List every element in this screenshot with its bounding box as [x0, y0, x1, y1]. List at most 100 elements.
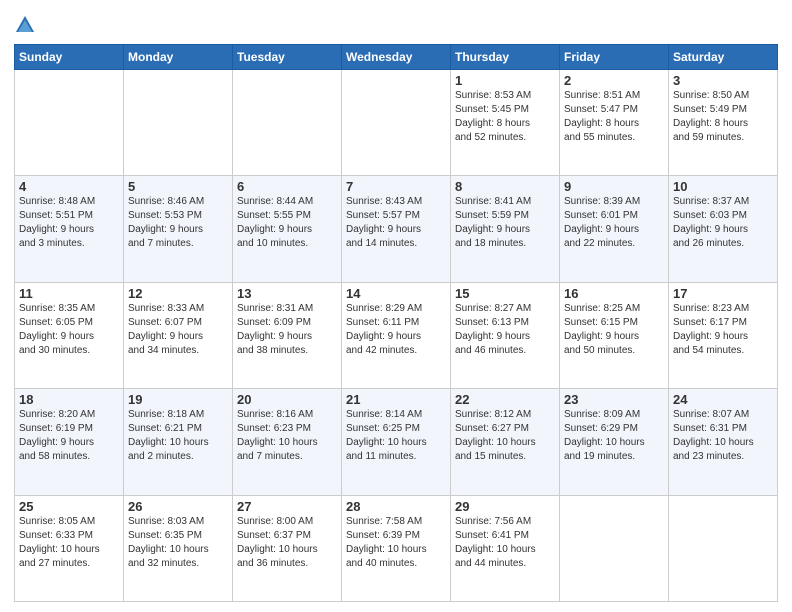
day-number: 1 — [455, 73, 555, 88]
calendar-cell: 29Sunrise: 7:56 AM Sunset: 6:41 PM Dayli… — [451, 495, 560, 601]
day-number: 25 — [19, 499, 119, 514]
calendar-cell: 28Sunrise: 7:58 AM Sunset: 6:39 PM Dayli… — [342, 495, 451, 601]
day-info: Sunrise: 8:43 AM Sunset: 5:57 PM Dayligh… — [346, 195, 446, 251]
calendar-cell: 12Sunrise: 8:33 AM Sunset: 6:07 PM Dayli… — [124, 282, 233, 388]
calendar-cell: 5Sunrise: 8:46 AM Sunset: 5:53 PM Daylig… — [124, 176, 233, 282]
day-number: 28 — [346, 499, 446, 514]
header — [14, 10, 778, 36]
day-info: Sunrise: 8:46 AM Sunset: 5:53 PM Dayligh… — [128, 195, 228, 251]
calendar-cell: 13Sunrise: 8:31 AM Sunset: 6:09 PM Dayli… — [233, 282, 342, 388]
calendar-header-row: SundayMondayTuesdayWednesdayThursdayFrid… — [15, 45, 778, 70]
day-info: Sunrise: 8:20 AM Sunset: 6:19 PM Dayligh… — [19, 408, 119, 464]
day-info: Sunrise: 8:39 AM Sunset: 6:01 PM Dayligh… — [564, 195, 664, 251]
day-number: 26 — [128, 499, 228, 514]
day-number: 18 — [19, 392, 119, 407]
day-header-thursday: Thursday — [451, 45, 560, 70]
day-info: Sunrise: 8:51 AM Sunset: 5:47 PM Dayligh… — [564, 89, 664, 145]
calendar-cell — [669, 495, 778, 601]
calendar-cell: 23Sunrise: 8:09 AM Sunset: 6:29 PM Dayli… — [560, 389, 669, 495]
week-row-2: 4Sunrise: 8:48 AM Sunset: 5:51 PM Daylig… — [15, 176, 778, 282]
calendar-cell — [560, 495, 669, 601]
logo — [14, 14, 40, 36]
calendar-cell: 15Sunrise: 8:27 AM Sunset: 6:13 PM Dayli… — [451, 282, 560, 388]
day-number: 29 — [455, 499, 555, 514]
day-info: Sunrise: 8:05 AM Sunset: 6:33 PM Dayligh… — [19, 515, 119, 571]
day-info: Sunrise: 8:23 AM Sunset: 6:17 PM Dayligh… — [673, 302, 773, 358]
calendar-cell — [342, 70, 451, 176]
day-header-friday: Friday — [560, 45, 669, 70]
day-header-sunday: Sunday — [15, 45, 124, 70]
calendar-cell: 1Sunrise: 8:53 AM Sunset: 5:45 PM Daylig… — [451, 70, 560, 176]
day-number: 2 — [564, 73, 664, 88]
day-number: 10 — [673, 179, 773, 194]
day-info: Sunrise: 8:48 AM Sunset: 5:51 PM Dayligh… — [19, 195, 119, 251]
calendar-cell: 11Sunrise: 8:35 AM Sunset: 6:05 PM Dayli… — [15, 282, 124, 388]
day-number: 21 — [346, 392, 446, 407]
day-header-monday: Monday — [124, 45, 233, 70]
calendar-cell: 9Sunrise: 8:39 AM Sunset: 6:01 PM Daylig… — [560, 176, 669, 282]
day-info: Sunrise: 8:33 AM Sunset: 6:07 PM Dayligh… — [128, 302, 228, 358]
day-number: 14 — [346, 286, 446, 301]
day-number: 12 — [128, 286, 228, 301]
day-info: Sunrise: 8:35 AM Sunset: 6:05 PM Dayligh… — [19, 302, 119, 358]
day-number: 3 — [673, 73, 773, 88]
calendar-cell: 10Sunrise: 8:37 AM Sunset: 6:03 PM Dayli… — [669, 176, 778, 282]
calendar-cell: 18Sunrise: 8:20 AM Sunset: 6:19 PM Dayli… — [15, 389, 124, 495]
calendar-cell: 16Sunrise: 8:25 AM Sunset: 6:15 PM Dayli… — [560, 282, 669, 388]
calendar-cell: 20Sunrise: 8:16 AM Sunset: 6:23 PM Dayli… — [233, 389, 342, 495]
day-number: 23 — [564, 392, 664, 407]
day-number: 7 — [346, 179, 446, 194]
day-number: 19 — [128, 392, 228, 407]
day-info: Sunrise: 7:58 AM Sunset: 6:39 PM Dayligh… — [346, 515, 446, 571]
day-info: Sunrise: 8:09 AM Sunset: 6:29 PM Dayligh… — [564, 408, 664, 464]
day-number: 4 — [19, 179, 119, 194]
day-header-wednesday: Wednesday — [342, 45, 451, 70]
day-number: 6 — [237, 179, 337, 194]
day-info: Sunrise: 8:18 AM Sunset: 6:21 PM Dayligh… — [128, 408, 228, 464]
day-header-tuesday: Tuesday — [233, 45, 342, 70]
calendar-cell: 4Sunrise: 8:48 AM Sunset: 5:51 PM Daylig… — [15, 176, 124, 282]
calendar-cell: 22Sunrise: 8:12 AM Sunset: 6:27 PM Dayli… — [451, 389, 560, 495]
calendar-cell: 21Sunrise: 8:14 AM Sunset: 6:25 PM Dayli… — [342, 389, 451, 495]
day-number: 8 — [455, 179, 555, 194]
day-number: 20 — [237, 392, 337, 407]
day-info: Sunrise: 8:16 AM Sunset: 6:23 PM Dayligh… — [237, 408, 337, 464]
day-number: 24 — [673, 392, 773, 407]
day-info: Sunrise: 8:31 AM Sunset: 6:09 PM Dayligh… — [237, 302, 337, 358]
day-info: Sunrise: 8:07 AM Sunset: 6:31 PM Dayligh… — [673, 408, 773, 464]
calendar-table: SundayMondayTuesdayWednesdayThursdayFrid… — [14, 44, 778, 602]
day-info: Sunrise: 8:12 AM Sunset: 6:27 PM Dayligh… — [455, 408, 555, 464]
day-info: Sunrise: 8:27 AM Sunset: 6:13 PM Dayligh… — [455, 302, 555, 358]
calendar-cell: 25Sunrise: 8:05 AM Sunset: 6:33 PM Dayli… — [15, 495, 124, 601]
calendar-cell: 7Sunrise: 8:43 AM Sunset: 5:57 PM Daylig… — [342, 176, 451, 282]
day-header-saturday: Saturday — [669, 45, 778, 70]
day-number: 27 — [237, 499, 337, 514]
day-info: Sunrise: 8:03 AM Sunset: 6:35 PM Dayligh… — [128, 515, 228, 571]
logo-icon — [14, 14, 36, 36]
day-number: 22 — [455, 392, 555, 407]
day-info: Sunrise: 8:25 AM Sunset: 6:15 PM Dayligh… — [564, 302, 664, 358]
calendar-cell: 24Sunrise: 8:07 AM Sunset: 6:31 PM Dayli… — [669, 389, 778, 495]
day-info: Sunrise: 8:41 AM Sunset: 5:59 PM Dayligh… — [455, 195, 555, 251]
calendar-cell: 14Sunrise: 8:29 AM Sunset: 6:11 PM Dayli… — [342, 282, 451, 388]
day-info: Sunrise: 8:53 AM Sunset: 5:45 PM Dayligh… — [455, 89, 555, 145]
day-info: Sunrise: 8:29 AM Sunset: 6:11 PM Dayligh… — [346, 302, 446, 358]
calendar-cell: 26Sunrise: 8:03 AM Sunset: 6:35 PM Dayli… — [124, 495, 233, 601]
page: SundayMondayTuesdayWednesdayThursdayFrid… — [0, 0, 792, 612]
day-number: 13 — [237, 286, 337, 301]
week-row-1: 1Sunrise: 8:53 AM Sunset: 5:45 PM Daylig… — [15, 70, 778, 176]
calendar-cell: 17Sunrise: 8:23 AM Sunset: 6:17 PM Dayli… — [669, 282, 778, 388]
day-info: Sunrise: 8:14 AM Sunset: 6:25 PM Dayligh… — [346, 408, 446, 464]
day-number: 5 — [128, 179, 228, 194]
calendar-cell — [124, 70, 233, 176]
week-row-5: 25Sunrise: 8:05 AM Sunset: 6:33 PM Dayli… — [15, 495, 778, 601]
calendar-cell: 2Sunrise: 8:51 AM Sunset: 5:47 PM Daylig… — [560, 70, 669, 176]
day-number: 16 — [564, 286, 664, 301]
day-info: Sunrise: 7:56 AM Sunset: 6:41 PM Dayligh… — [455, 515, 555, 571]
day-number: 9 — [564, 179, 664, 194]
day-number: 17 — [673, 286, 773, 301]
day-number: 11 — [19, 286, 119, 301]
day-info: Sunrise: 8:37 AM Sunset: 6:03 PM Dayligh… — [673, 195, 773, 251]
calendar-cell: 27Sunrise: 8:00 AM Sunset: 6:37 PM Dayli… — [233, 495, 342, 601]
calendar-cell — [15, 70, 124, 176]
